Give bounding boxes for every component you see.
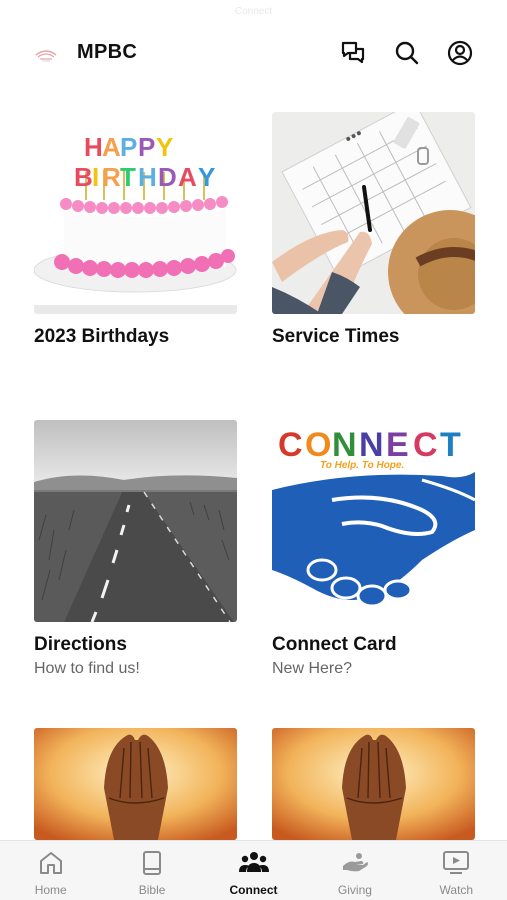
connect-letter: N [332, 426, 357, 464]
connect-icon [238, 849, 270, 877]
planner-writing-image [272, 112, 475, 314]
card-prayer-2[interactable] [272, 728, 475, 840]
svg-text:B: B [74, 162, 93, 192]
svg-text:P: P [138, 132, 155, 162]
bottom-tab-bar: Home Bible Connect Giving Watch [0, 840, 507, 900]
svg-text:R: R [102, 162, 121, 192]
app-title: MPBC [77, 41, 138, 63]
tab-label: Connect [229, 883, 278, 897]
giving-icon [341, 849, 369, 877]
connect-letter: O [305, 426, 331, 464]
connect-handshake-image: CONNECT To Help. To Hope. [272, 420, 475, 622]
svg-text:H: H [84, 132, 103, 162]
svg-text:I: I [92, 162, 99, 192]
tab-home[interactable]: Home [0, 841, 101, 900]
card-title: Connect Card [272, 634, 397, 655]
profile-icon[interactable] [446, 39, 474, 67]
status-bar-hint: Connect [234, 6, 273, 17]
svg-text:Y: Y [198, 162, 215, 192]
app-header: MPBC [0, 30, 507, 76]
search-icon[interactable] [393, 39, 421, 67]
praying-hands-image [34, 728, 237, 840]
tab-label: Watch [439, 883, 474, 897]
bible-icon [139, 849, 165, 877]
chat-icon[interactable] [339, 39, 367, 67]
svg-text:Y: Y [156, 132, 173, 162]
tab-label: Home [34, 883, 67, 897]
card-service-times[interactable]: Service Times [272, 112, 475, 348]
svg-text:P: P [120, 132, 137, 162]
connect-letter: C [413, 426, 438, 464]
praying-hands-image [272, 728, 475, 840]
tab-connect[interactable]: Connect [203, 841, 304, 900]
tab-bible[interactable]: Bible [101, 841, 202, 900]
connect-letter: N [359, 426, 384, 464]
home-icon [38, 849, 64, 877]
svg-text:H: H [138, 162, 157, 192]
svg-text:D: D [158, 162, 177, 192]
tab-label: Giving [337, 883, 372, 897]
tab-label: Bible [138, 883, 166, 897]
card-title: Service Times [272, 326, 400, 347]
card-2023-birthdays[interactable]: H A P P Y B I R T H D A Y 2023 Birthdays [34, 112, 237, 348]
svg-text:A: A [178, 162, 197, 192]
card-connect-card[interactable]: CONNECT To Help. To Hope. Connect Card N… [272, 420, 475, 678]
card-title: 2023 Birthdays [34, 326, 170, 347]
birthday-cake-image: H A P P Y B I R T H D A Y [34, 112, 237, 314]
svg-text:T: T [120, 162, 136, 192]
watch-icon [442, 849, 470, 877]
connect-tagline: To Help. To Hope. [320, 460, 404, 471]
connect-letter: T [440, 426, 461, 464]
card-subtitle: How to find us! [34, 660, 140, 677]
connect-letter: E [386, 426, 409, 464]
tab-giving[interactable]: Giving [304, 841, 405, 900]
card-directions[interactable]: Directions How to find us! [34, 420, 237, 678]
card-prayer-1[interactable] [34, 728, 237, 840]
tab-watch[interactable]: Watch [406, 841, 507, 900]
svg-text:A: A [102, 132, 121, 162]
card-subtitle: New Here? [272, 660, 353, 677]
connect-letter: C [278, 426, 303, 464]
card-title: Directions [34, 634, 127, 655]
road-image [34, 420, 237, 622]
church-logo-icon [34, 43, 58, 63]
